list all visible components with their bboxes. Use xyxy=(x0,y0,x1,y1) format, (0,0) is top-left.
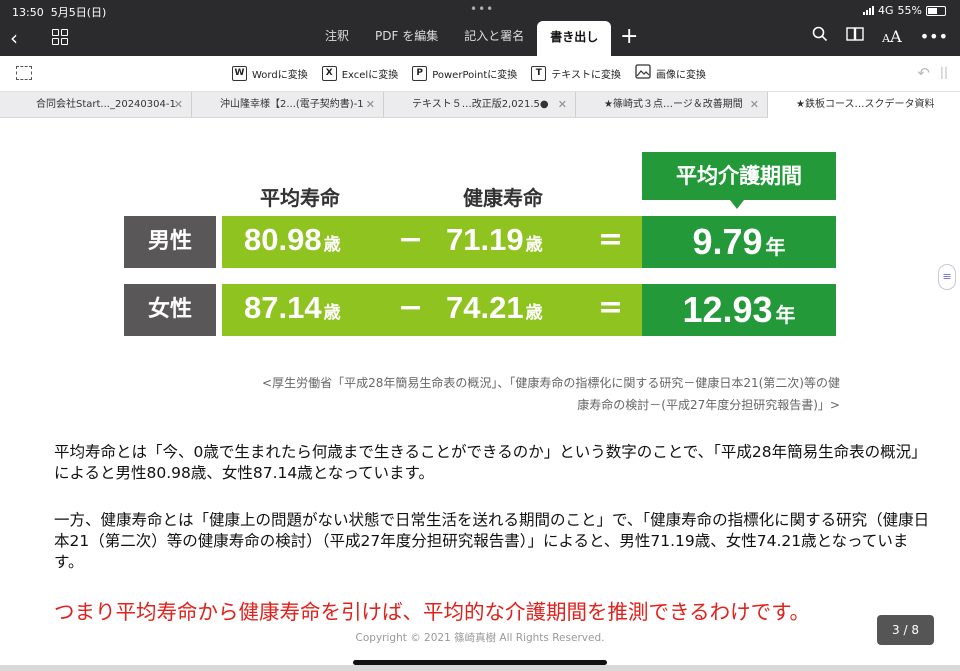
minus-sign: − xyxy=(398,290,424,325)
tab-annotate[interactable]: 注釈 xyxy=(312,20,362,56)
export-image-label: 画像に変換 xyxy=(655,69,706,81)
mode-tabs: 注釈 PDF を編集 記入と署名 書き出し xyxy=(312,20,612,57)
add-tab-icon[interactable]: + xyxy=(620,24,638,49)
export-text-label: テキストに変換 xyxy=(551,69,621,81)
export-excel-button[interactable]: X Excelに変換 xyxy=(321,64,399,82)
word-icon: W xyxy=(232,65,247,81)
search-icon[interactable] xyxy=(812,26,828,46)
male-healthy-value: 71.19 歳 xyxy=(446,222,543,257)
female-avg-value: 87.14 歳 xyxy=(244,290,341,325)
male-values-bar: 80.98 歳 − 71.19 歳 = xyxy=(222,216,642,268)
female-care-value: 12.93 年 xyxy=(682,289,796,330)
header-pointer xyxy=(730,200,744,209)
close-icon[interactable]: ✕ xyxy=(174,92,183,118)
close-icon[interactable]: ✕ xyxy=(750,92,759,118)
document-tabs: 合同会社Start..._20240304-1 ✕ 沖山隆幸様【2...(電子契約… xyxy=(0,92,960,118)
battery-percent: 55% xyxy=(897,4,922,17)
equals-sign: = xyxy=(598,222,624,257)
page-indicator[interactable]: 3 / 8 xyxy=(877,615,934,645)
doc-tab-active[interactable]: ★鉄板コース…スクデータ資料 xyxy=(768,92,960,118)
network-type: 4G xyxy=(878,4,894,17)
home-indicator[interactable] xyxy=(353,660,607,665)
export-powerpoint-label: PowerPointに変換 xyxy=(432,69,518,81)
col-header-healthy-life: 健康寿命 xyxy=(463,186,543,210)
doc-tab[interactable]: テキスト５…改正版2,021.5● ✕ xyxy=(384,92,576,118)
tab-fill-sign[interactable]: 記入と署名 xyxy=(451,20,537,56)
undo-icon[interactable]: ↶ xyxy=(917,64,930,82)
export-excel-label: Excelに変換 xyxy=(341,69,399,81)
tab-edit-pdf[interactable]: PDF を編集 xyxy=(362,20,451,56)
select-area-icon[interactable] xyxy=(16,66,32,80)
back-icon[interactable]: ‹ xyxy=(10,26,18,50)
main-toolbar: ‹ 注釈 PDF を編集 記入と署名 書き出し + AA ••• xyxy=(0,20,960,57)
doc-tab-label: ★鉄板コース…スクデータ資料 xyxy=(796,99,935,110)
image-icon xyxy=(635,64,651,82)
status-right: 4G 55% xyxy=(863,4,946,17)
doc-tab-label: 合同会社Start..._20240304-1 xyxy=(36,99,176,110)
doc-tab-label: ★篠崎式３点…ージ＆改善期間 xyxy=(604,99,743,110)
export-image-button[interactable]: 画像に変換 xyxy=(635,64,706,82)
doc-tab-label: テキスト５…改正版2,021.5● xyxy=(412,99,549,110)
signal-icon xyxy=(863,6,875,15)
close-icon[interactable]: ✕ xyxy=(366,92,375,118)
female-values-bar: 87.14 歳 − 74.21 歳 = xyxy=(222,284,642,336)
split-icon[interactable]: || xyxy=(940,65,948,79)
toolbar-right-icons: AA ••• xyxy=(812,26,948,46)
export-text-button[interactable]: T テキストに変換 xyxy=(531,64,621,82)
col-header-avg-life: 平均寿命 xyxy=(260,186,340,210)
excel-icon: X xyxy=(321,65,337,81)
male-care-value: 9.79 年 xyxy=(692,221,786,262)
battery-icon xyxy=(926,5,946,16)
doc-tab-label: 沖山隆幸様【2...(電子契約書)-1 xyxy=(220,99,364,110)
doc-tab[interactable]: 沖山隆幸様【2...(電子契約書)-1 ✕ xyxy=(192,92,384,118)
status-bar: 13:50 5月5日(日) ••• 4G 55% xyxy=(0,0,960,20)
powerpoint-icon: P xyxy=(412,65,428,81)
source-line-1: <厚生労働省「平成28年簡易生命表の概況」、「健康寿命の指標化に関する研究－健康… xyxy=(262,376,840,390)
more-icon[interactable]: ••• xyxy=(920,27,948,46)
text-size-icon[interactable]: AA xyxy=(882,27,902,46)
row-label-male: 男性 xyxy=(124,216,216,268)
grid-icon[interactable] xyxy=(52,29,68,45)
multitask-dots[interactable]: ••• xyxy=(470,2,494,16)
export-powerpoint-button[interactable]: P PowerPointに変換 xyxy=(412,64,517,82)
male-avg-value: 80.98 歳 xyxy=(244,222,341,257)
side-menu-handle[interactable]: ≡ xyxy=(938,264,956,290)
status-time: 13:50 5月5日(日) xyxy=(12,6,107,19)
col-header-care-period: 平均介護期間 xyxy=(642,152,836,200)
copyright-text: Copyright © 2021 篠崎真樹 All Rights Reserve… xyxy=(355,632,605,644)
male-care-box: 9.79 年 xyxy=(642,216,836,268)
pdf-page: 平均寿命 健康寿命 平均介護期間 男性 80.98 歳 − 71.19 歳 = 9.… xyxy=(0,118,960,671)
export-bar: W Wordに変換 X Excelに変換 P PowerPointに変換 T テキストに… xyxy=(0,56,960,92)
female-care-box: 12.93 年 xyxy=(642,284,836,336)
source-line-2: 康寿命の検討－(平成27年度分担研究報告書)」> xyxy=(577,398,840,412)
doc-tab[interactable]: 合同会社Start..._20240304-1 ✕ xyxy=(0,92,192,118)
export-word-button[interactable]: W Wordに変換 xyxy=(232,64,308,82)
paragraph-avg-life: 平均寿命とは「今、0歳で生まれたら何歳まで生きることができるのか」という数字のこ… xyxy=(54,443,927,482)
female-healthy-value: 74.21 歳 xyxy=(446,290,543,325)
close-icon[interactable]: ✕ xyxy=(558,92,567,118)
text-icon: T xyxy=(531,65,547,81)
book-icon[interactable] xyxy=(846,26,864,46)
source-citation: <厚生労働省「平成28年簡易生命表の概況」、「健康寿命の指標化に関する研究－健康… xyxy=(128,372,840,416)
tab-export[interactable]: 書き出し xyxy=(537,21,612,57)
doc-tab[interactable]: ★篠崎式３点…ージ＆改善期間 ✕ xyxy=(576,92,768,118)
page-bottom-edge xyxy=(0,665,960,671)
minus-sign: − xyxy=(398,222,424,257)
equals-sign: = xyxy=(598,290,624,325)
conclusion-text: つまり平均寿命から健康寿命を引けば、平均的な介護期間を推測できるわけです。 xyxy=(54,600,811,624)
export-options: W Wordに変換 X Excelに変換 P PowerPointに変換 T テキストに… xyxy=(232,64,706,82)
row-label-female: 女性 xyxy=(124,284,216,336)
export-word-label: Wordに変換 xyxy=(252,69,308,81)
paragraph-healthy-life: 一方、健康寿命とは「健康上の問題がない状態で日常生活を送れる期間のこと」で、「健… xyxy=(54,511,930,571)
